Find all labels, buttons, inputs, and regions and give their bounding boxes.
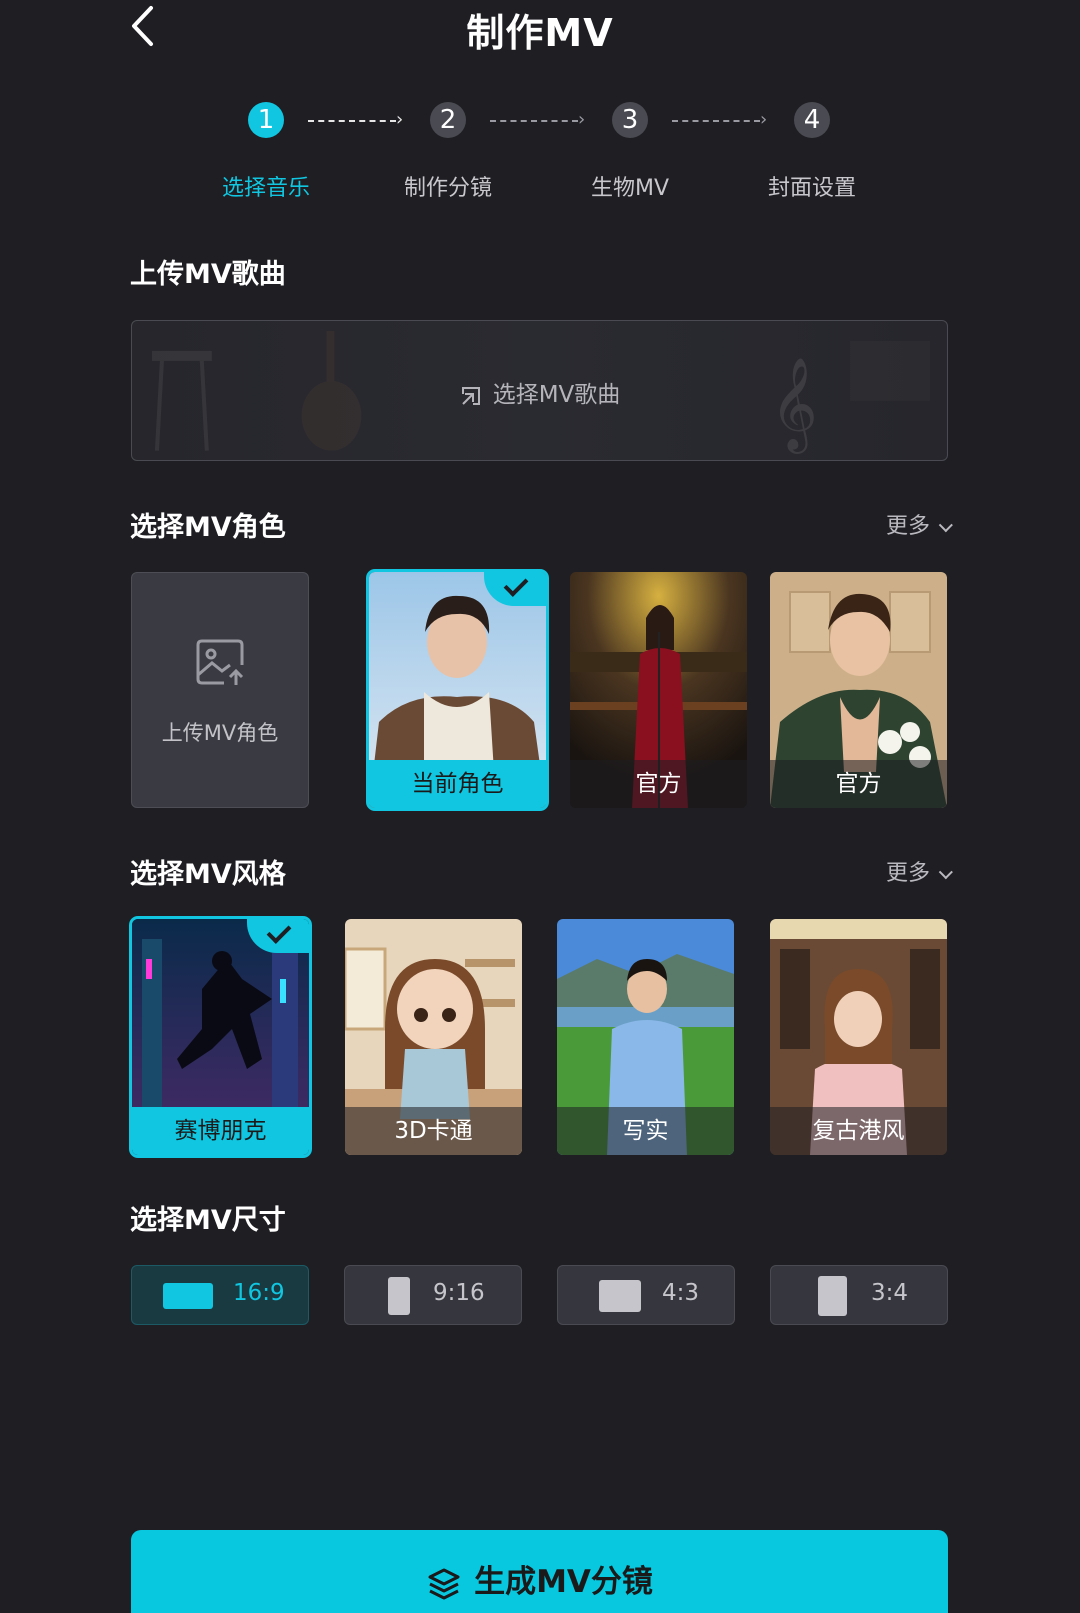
- step-connector: [490, 120, 578, 122]
- chevron-down-icon: [938, 518, 953, 533]
- step-4-number[interactable]: 4: [794, 102, 830, 138]
- role-card-official-2[interactable]: 官方: [770, 572, 947, 808]
- generate-storyboard-label: 生成MV分镜: [474, 1564, 653, 1600]
- step-arrow-icon: ›: [578, 109, 586, 130]
- generate-storyboard-button[interactable]: 生成MV分镜: [131, 1530, 948, 1613]
- upload-arrow-icon: [461, 386, 480, 405]
- step-arrow-icon: ›: [760, 109, 768, 130]
- upload-role-button[interactable]: 上传MV角色: [131, 572, 309, 808]
- role-card-label: 当前角色: [369, 760, 546, 808]
- style-card-label: 复古港风: [770, 1107, 947, 1155]
- layers-icon: [428, 1568, 460, 1599]
- role-more-link[interactable]: 更多: [885, 508, 953, 540]
- style-card-3d-cartoon[interactable]: 3D卡通: [345, 919, 522, 1155]
- portrait-ratio-icon: [818, 1276, 847, 1316]
- step-connector: [308, 120, 396, 122]
- style-more-label: 更多: [885, 861, 930, 886]
- select-song-label-row: 选择MV歌曲: [132, 375, 947, 409]
- role-more-label: 更多: [885, 514, 930, 539]
- page-title: 制作MV: [466, 11, 614, 55]
- upload-role-label: 上传MV角色: [161, 721, 279, 745]
- size-option-9-16[interactable]: 9:16: [344, 1265, 522, 1325]
- size-section-title: 选择MV尺寸: [130, 1205, 286, 1236]
- role-section-title: 选择MV角色: [130, 512, 286, 543]
- portrait-ratio-icon: [388, 1277, 410, 1315]
- song-section-title: 上传MV歌曲: [130, 259, 286, 290]
- size-option-label: 16:9: [233, 1280, 285, 1306]
- step-4-label[interactable]: 封面设置: [732, 170, 892, 202]
- role-card-label: 官方: [770, 760, 947, 808]
- style-card-cyberpunk[interactable]: 赛博朋克: [132, 919, 309, 1155]
- size-option-label: 9:16: [433, 1280, 485, 1306]
- style-card-label: 3D卡通: [345, 1107, 522, 1155]
- make-mv-page: 制作MV 1 › 2 › 3 › 4 选择音乐 制作分镜 生物MV 封面设置 上…: [0, 0, 1080, 1613]
- step-3-number[interactable]: 3: [612, 102, 648, 138]
- select-song-label: 选择MV歌曲: [492, 382, 621, 408]
- size-option-4-3[interactable]: 4:3: [557, 1265, 735, 1325]
- style-card-realistic[interactable]: 写实: [557, 919, 734, 1155]
- generate-storyboard-row: 生成MV分镜: [131, 1556, 948, 1602]
- step-1-label[interactable]: 选择音乐: [186, 170, 346, 202]
- style-card-label: 赛博朋克: [132, 1107, 309, 1155]
- size-option-3-4[interactable]: 3:4: [770, 1265, 948, 1325]
- landscape-ratio-icon: [163, 1283, 213, 1309]
- style-section-title: 选择MV风格: [130, 859, 286, 890]
- size-option-label: 4:3: [662, 1280, 700, 1306]
- step-1-number[interactable]: 1: [248, 102, 284, 138]
- step-arrow-icon: ›: [396, 109, 404, 130]
- size-option-label: 3:4: [871, 1280, 909, 1306]
- step-connector: [672, 120, 760, 122]
- role-card-label: 官方: [570, 760, 747, 808]
- select-song-button[interactable]: 𝄞 选择MV歌曲: [131, 320, 948, 461]
- size-option-16-9[interactable]: 16:9: [131, 1265, 309, 1325]
- step-2-label[interactable]: 制作分镜: [368, 170, 528, 202]
- landscape-ratio-icon: [599, 1280, 641, 1312]
- step-2-number[interactable]: 2: [430, 102, 466, 138]
- step-3-label[interactable]: 生物MV: [550, 170, 710, 202]
- role-card-current[interactable]: 当前角色: [369, 572, 546, 808]
- chevron-down-icon: [938, 865, 953, 880]
- style-card-retro-hk[interactable]: 复古港风: [770, 919, 947, 1155]
- stepper: 1 › 2 › 3 › 4 选择音乐 制作分镜 生物MV 封面设置: [0, 100, 1080, 210]
- image-upload-icon: [196, 639, 244, 685]
- role-card-official-1[interactable]: 官方: [570, 572, 747, 808]
- style-card-label: 写实: [557, 1107, 734, 1155]
- style-more-link[interactable]: 更多: [885, 855, 953, 887]
